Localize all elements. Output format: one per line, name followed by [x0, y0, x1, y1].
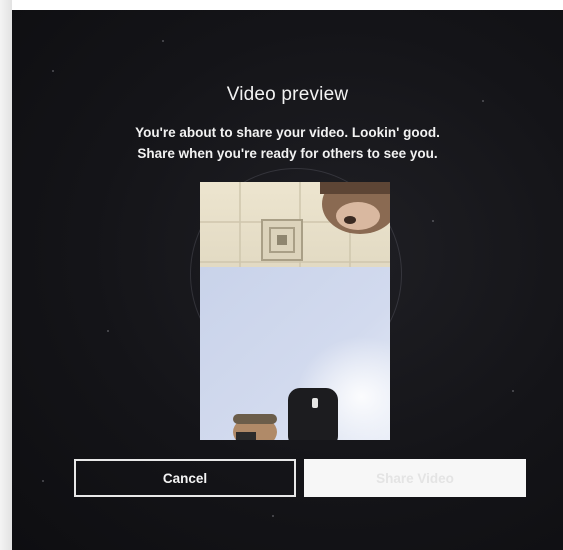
screen-speck — [52, 70, 54, 72]
camera-self-view-image — [200, 182, 390, 440]
photo-border-top — [0, 0, 563, 10]
share-video-button[interactable]: Share Video — [304, 459, 526, 497]
dialog-message: You're about to share your video. Lookin… — [12, 122, 563, 164]
video-preview-frame — [200, 182, 390, 440]
screen-speck — [162, 40, 164, 42]
cancel-button[interactable]: Cancel — [74, 459, 296, 497]
video-preview-dialog: Video preview You're about to share your… — [12, 10, 563, 550]
dialog-title: Video preview — [226, 84, 349, 105]
screen-speck — [272, 515, 274, 517]
screen-speck — [512, 390, 514, 392]
dialog-message-line-2: Share when you're ready for others to se… — [137, 146, 438, 161]
screen-speck — [107, 330, 109, 332]
screen-speck — [42, 480, 44, 482]
dialog-message-line-1: You're about to share your video. Lookin… — [135, 125, 440, 140]
photo-border-left — [0, 0, 12, 550]
screen-speck — [432, 220, 434, 222]
